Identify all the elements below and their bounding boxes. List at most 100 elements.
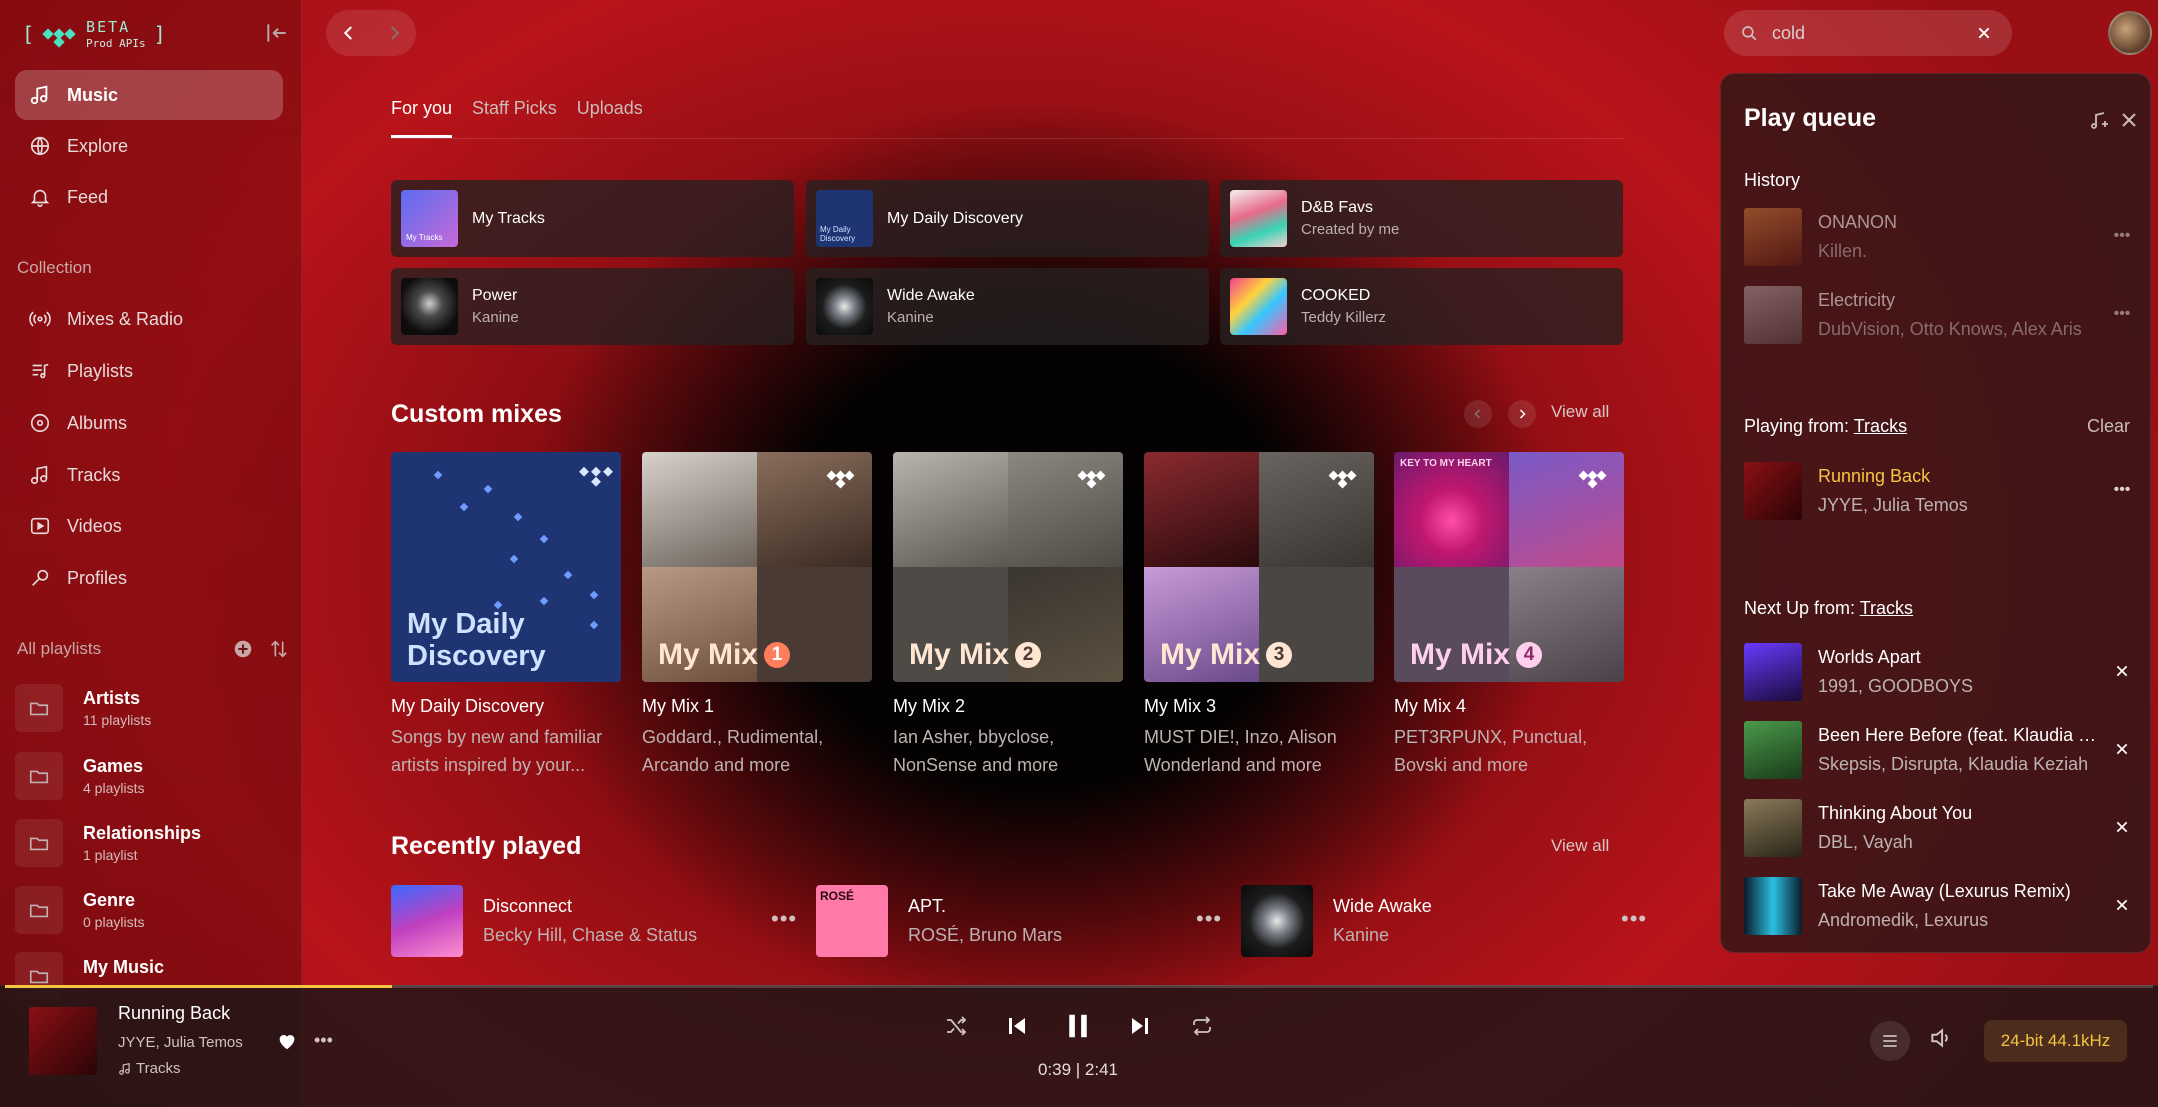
remove-from-queue-icon[interactable] [2108, 813, 2136, 841]
nav-label: Feed [67, 186, 109, 207]
volume-icon[interactable] [1928, 1025, 1958, 1055]
shortcut-wide-awake[interactable]: Wide Awake Kanine [806, 268, 1209, 345]
art-caption: KEY TO MY HEART [1400, 458, 1492, 469]
nav-explore[interactable]: Explore [15, 121, 283, 171]
mix-number-badge: 1 [764, 642, 791, 668]
app-logo[interactable]: [ BETA Prod APIs ] [22, 16, 182, 52]
recent-item-wide-awake[interactable]: Wide Awake Kanine ••• [1241, 884, 1651, 958]
shuffle-icon [947, 1016, 967, 1036]
queue-next-item[interactable]: Worlds Apart 1991, GOODBOYS [1744, 642, 2144, 702]
nav-feed[interactable]: Feed [15, 172, 283, 222]
remove-from-queue-icon[interactable] [2108, 891, 2136, 919]
queue-history-item[interactable]: Electricity DubVision, Otto Knows, Alex A… [1744, 285, 2144, 345]
audio-quality-badge[interactable]: 24-bit 44.1kHz [1984, 1020, 2127, 1062]
shortcut-dnb-favs[interactable]: D&B Favs Created by me [1220, 180, 1623, 257]
playback-progress[interactable] [5, 985, 2153, 988]
nav-music[interactable]: Music [15, 70, 283, 120]
playlist-folder-games[interactable]: Games 4 playlists [15, 748, 285, 804]
recently-played-view-all[interactable]: View all [1551, 836, 1609, 856]
mix-cover-text: My Mix [1410, 638, 1511, 671]
more-options-icon[interactable]: ••• [314, 1030, 336, 1052]
sort-icon[interactable] [268, 638, 290, 660]
now-playing-title[interactable]: Running Back [118, 1003, 230, 1024]
remove-from-queue-icon[interactable] [2108, 657, 2136, 685]
pause-icon [1069, 1014, 1087, 1038]
add-to-queue-icon[interactable] [2087, 108, 2111, 132]
previous-button[interactable] [1001, 1010, 1033, 1042]
clear-queue-button[interactable]: Clear [2087, 416, 2130, 437]
carousel-next-button[interactable] [1508, 400, 1536, 428]
shortcut-title: My Daily Discovery [887, 209, 1024, 227]
shortcut-cooked[interactable]: COOKED Teddy Killerz [1220, 268, 1623, 345]
playlist-folder-relationships[interactable]: Relationships 1 playlist [15, 815, 285, 871]
playlist-folder-artists[interactable]: Artists 11 playlists [15, 680, 285, 736]
nav-playlists[interactable]: Playlists [15, 346, 283, 396]
tab-uploads[interactable]: Uploads [577, 98, 643, 138]
recent-item-apt[interactable]: ROSÉ APT. ROSÉ, Bruno Mars ••• [816, 884, 1226, 958]
next-up-link[interactable]: Tracks [1860, 598, 1913, 618]
search-input[interactable] [1772, 22, 1962, 44]
playing-from-link[interactable]: Tracks [1854, 416, 1907, 436]
more-options-icon[interactable]: ••• [2108, 300, 2136, 328]
queue-next-item[interactable]: Been Here Before (feat. Klaudia Keziah) S… [1744, 720, 2144, 780]
back-button[interactable] [335, 19, 363, 47]
mix-card-my-mix-1[interactable]: My Mix 1 My Mix 1 Goddard., Rudimental, … [642, 452, 872, 779]
queue-now-playing[interactable]: Running Back JYYE, Julia Temos ••• [1744, 461, 2144, 521]
shuffle-button[interactable] [940, 1010, 972, 1042]
home-tabs: For you Staff Picks Uploads [391, 98, 643, 138]
nav-profiles[interactable]: Profiles [15, 553, 283, 603]
playlist-count: 1 playlist [83, 847, 138, 863]
logo-text: BETA Prod APIs [86, 19, 146, 49]
nav-videos[interactable]: Videos [15, 501, 283, 551]
playlist-name: Relationships [83, 823, 202, 843]
toggle-queue-button[interactable] [1870, 1021, 1910, 1061]
queue-title: Worlds Apart [1818, 647, 1921, 667]
microphone-icon [32, 569, 49, 586]
skip-forward-icon [1132, 1018, 1148, 1034]
mix-card-daily-discovery[interactable]: My Daily Discovery My Daily Discovery So… [391, 452, 621, 779]
next-button[interactable] [1124, 1010, 1156, 1042]
remove-from-queue-icon[interactable] [2108, 735, 2136, 763]
repeat-button[interactable] [1186, 1010, 1218, 1042]
queue-next-item[interactable]: Thinking About You DBL, Vayah [1744, 798, 2144, 858]
tab-for-you[interactable]: For you [391, 98, 453, 138]
nav-tracks[interactable]: Tracks [15, 450, 283, 500]
playlist-folder-genre[interactable]: Genre 0 playlists [15, 882, 285, 938]
more-options-icon[interactable]: ••• [2108, 222, 2136, 250]
now-playing-art[interactable] [29, 1007, 97, 1075]
avatar[interactable] [2108, 11, 2152, 55]
now-playing-source[interactable]: Tracks [118, 1060, 180, 1077]
more-options-icon[interactable]: ••• [771, 906, 801, 936]
nav-mixes-radio[interactable]: Mixes & Radio [15, 294, 283, 344]
nav-label: Videos [67, 515, 122, 536]
more-options-icon[interactable]: ••• [1196, 906, 1226, 936]
shortcut-my-daily-discovery[interactable]: My Daily Discovery My Daily Discovery [806, 180, 1209, 257]
queue-history-item[interactable]: ONANON Killen. ••• [1744, 207, 2144, 267]
queue-next-item[interactable]: Take Me Away (Lexurus Remix) Andromedik, … [1744, 876, 2144, 936]
nav-albums[interactable]: Albums [15, 398, 283, 448]
close-queue-icon[interactable] [2117, 108, 2141, 132]
more-options-icon[interactable]: ••• [2108, 476, 2136, 504]
carousel-prev-button[interactable] [1464, 400, 1492, 428]
shortcut-my-tracks[interactable]: My Tracks My Tracks [391, 180, 794, 257]
tab-staff-picks[interactable]: Staff Picks [472, 98, 557, 138]
tidal-logo-icon [1077, 468, 1107, 489]
pause-button[interactable] [1062, 1010, 1094, 1042]
playlist-name: My Music [83, 956, 165, 977]
shortcut-power[interactable]: Power Kanine [391, 268, 794, 345]
recent-artist: ROSÉ, Bruno Mars [908, 925, 1063, 945]
mix-card-my-mix-3[interactable]: My Mix 3 My Mix 3 MUST DIE!, Inzo, Aliso… [1144, 452, 1374, 779]
forward-button[interactable] [380, 19, 408, 47]
clear-search-icon[interactable] [1976, 25, 1992, 41]
custom-mixes-view-all[interactable]: View all [1551, 402, 1609, 422]
more-options-icon[interactable]: ••• [1621, 906, 1651, 936]
recent-item-disconnect[interactable]: Disconnect Becky Hill, Chase & Status ••• [391, 884, 801, 958]
collapse-sidebar-icon[interactable] [264, 20, 290, 46]
favorite-heart-icon[interactable] [276, 1030, 298, 1052]
mix-card-my-mix-2[interactable]: My Mix 2 My Mix 2 Ian Asher, bbyclose, N… [893, 452, 1123, 779]
now-playing-artist[interactable]: JYYE, Julia Temos [118, 1034, 243, 1051]
tidal-logo-icon [1578, 468, 1608, 489]
mix-card-my-mix-4[interactable]: KEY TO MY HEART My Mix 4 My Mix 4 PET3RP… [1394, 452, 1624, 779]
search-icon [1742, 26, 1757, 41]
add-playlist-icon[interactable] [232, 638, 254, 660]
